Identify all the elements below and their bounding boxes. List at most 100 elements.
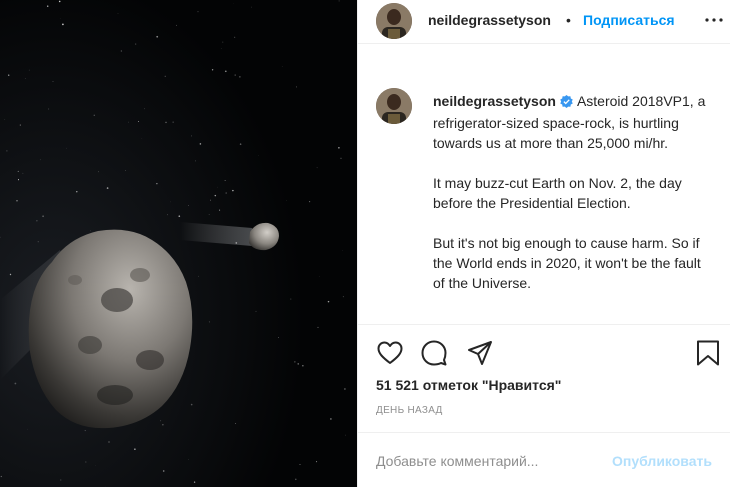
star	[167, 214, 168, 216]
star	[224, 180, 226, 181]
heart-icon[interactable]	[376, 339, 404, 367]
star	[193, 481, 196, 483]
post-side-panel: neildegrassetyson • Подписаться neildegr…	[357, 0, 730, 487]
post-actions: 51 521 отметок "Нравится" ДЕНЬ НАЗАД	[358, 324, 730, 432]
comment-input[interactable]	[376, 451, 596, 471]
star	[176, 24, 177, 26]
star	[37, 241, 39, 243]
star	[39, 159, 41, 161]
asteroid-image	[0, 0, 357, 487]
comment-icon[interactable]	[420, 339, 448, 367]
caption-paragraph-3: But it's not big enough to cause harm. S…	[433, 235, 701, 291]
star	[255, 310, 257, 312]
star	[156, 183, 158, 185]
star	[198, 275, 199, 277]
star	[59, 17, 61, 19]
star	[128, 121, 129, 123]
follow-button[interactable]: Подписаться	[583, 12, 675, 28]
star	[234, 36, 236, 38]
star	[338, 146, 340, 149]
star	[48, 108, 50, 110]
star	[281, 66, 283, 67]
post-timestamp[interactable]: ДЕНЬ НАЗАД	[376, 405, 443, 416]
star	[160, 420, 162, 422]
star	[164, 75, 166, 77]
star	[316, 461, 318, 463]
star	[172, 121, 174, 123]
star	[144, 108, 146, 110]
star	[178, 215, 181, 218]
author-username[interactable]: neildegrassetyson	[428, 12, 551, 28]
star	[98, 171, 100, 173]
star	[162, 470, 165, 472]
share-icon[interactable]	[466, 339, 494, 367]
star	[24, 78, 26, 79]
author-avatar[interactable]	[376, 3, 412, 39]
star	[138, 121, 140, 123]
star	[36, 220, 38, 222]
star	[190, 403, 193, 406]
star	[120, 50, 123, 52]
star	[9, 273, 12, 276]
star	[340, 157, 342, 159]
star	[309, 201, 311, 203]
star	[338, 0, 340, 2]
star	[317, 326, 319, 328]
star	[299, 464, 301, 465]
post-header: neildegrassetyson • Подписаться	[358, 0, 730, 44]
star	[14, 382, 17, 385]
star	[188, 459, 189, 460]
star	[165, 121, 167, 124]
star	[220, 48, 222, 49]
star	[295, 478, 297, 481]
caption-avatar[interactable]	[376, 88, 412, 124]
post-image[interactable]	[0, 0, 357, 487]
star	[327, 300, 330, 303]
star	[197, 11, 199, 13]
publish-button[interactable]: Опубликовать	[612, 453, 712, 469]
star	[318, 276, 320, 278]
star	[22, 172, 24, 174]
star	[46, 5, 49, 7]
star	[156, 35, 159, 38]
star	[134, 448, 136, 450]
star	[234, 74, 236, 76]
star	[239, 76, 241, 78]
star	[208, 321, 210, 323]
star	[214, 194, 217, 197]
star	[217, 186, 219, 188]
star	[232, 189, 234, 192]
header-separator: •	[566, 12, 571, 28]
caption-username[interactable]: neildegrassetyson	[433, 93, 556, 109]
star	[125, 170, 126, 171]
star	[106, 187, 109, 189]
star	[42, 215, 44, 218]
star	[199, 143, 202, 145]
star	[188, 205, 189, 206]
star	[17, 179, 20, 181]
star	[330, 418, 332, 420]
star	[85, 461, 87, 463]
caption-paragraph-2: It may buzz-cut Earth on Nov. 2, the day…	[433, 175, 682, 211]
star	[302, 365, 304, 367]
star	[342, 296, 344, 298]
star	[19, 124, 21, 126]
bookmark-icon[interactable]	[694, 339, 722, 367]
star	[210, 199, 211, 201]
star	[108, 441, 110, 443]
star	[6, 150, 8, 152]
caption-section: neildegrassetyson Asteroid 2018VP1, a ref…	[358, 70, 730, 325]
star	[16, 200, 18, 202]
star	[290, 298, 292, 300]
star	[17, 170, 19, 172]
star	[93, 114, 96, 117]
star	[62, 23, 64, 26]
star	[52, 81, 54, 82]
more-horizontal-icon[interactable]	[702, 8, 726, 32]
star	[27, 428, 28, 430]
star	[60, 479, 62, 481]
likes-count[interactable]: 51 521 отметок "Нравится"	[376, 377, 561, 393]
star	[0, 475, 2, 478]
star	[286, 200, 287, 201]
star	[90, 230, 91, 232]
